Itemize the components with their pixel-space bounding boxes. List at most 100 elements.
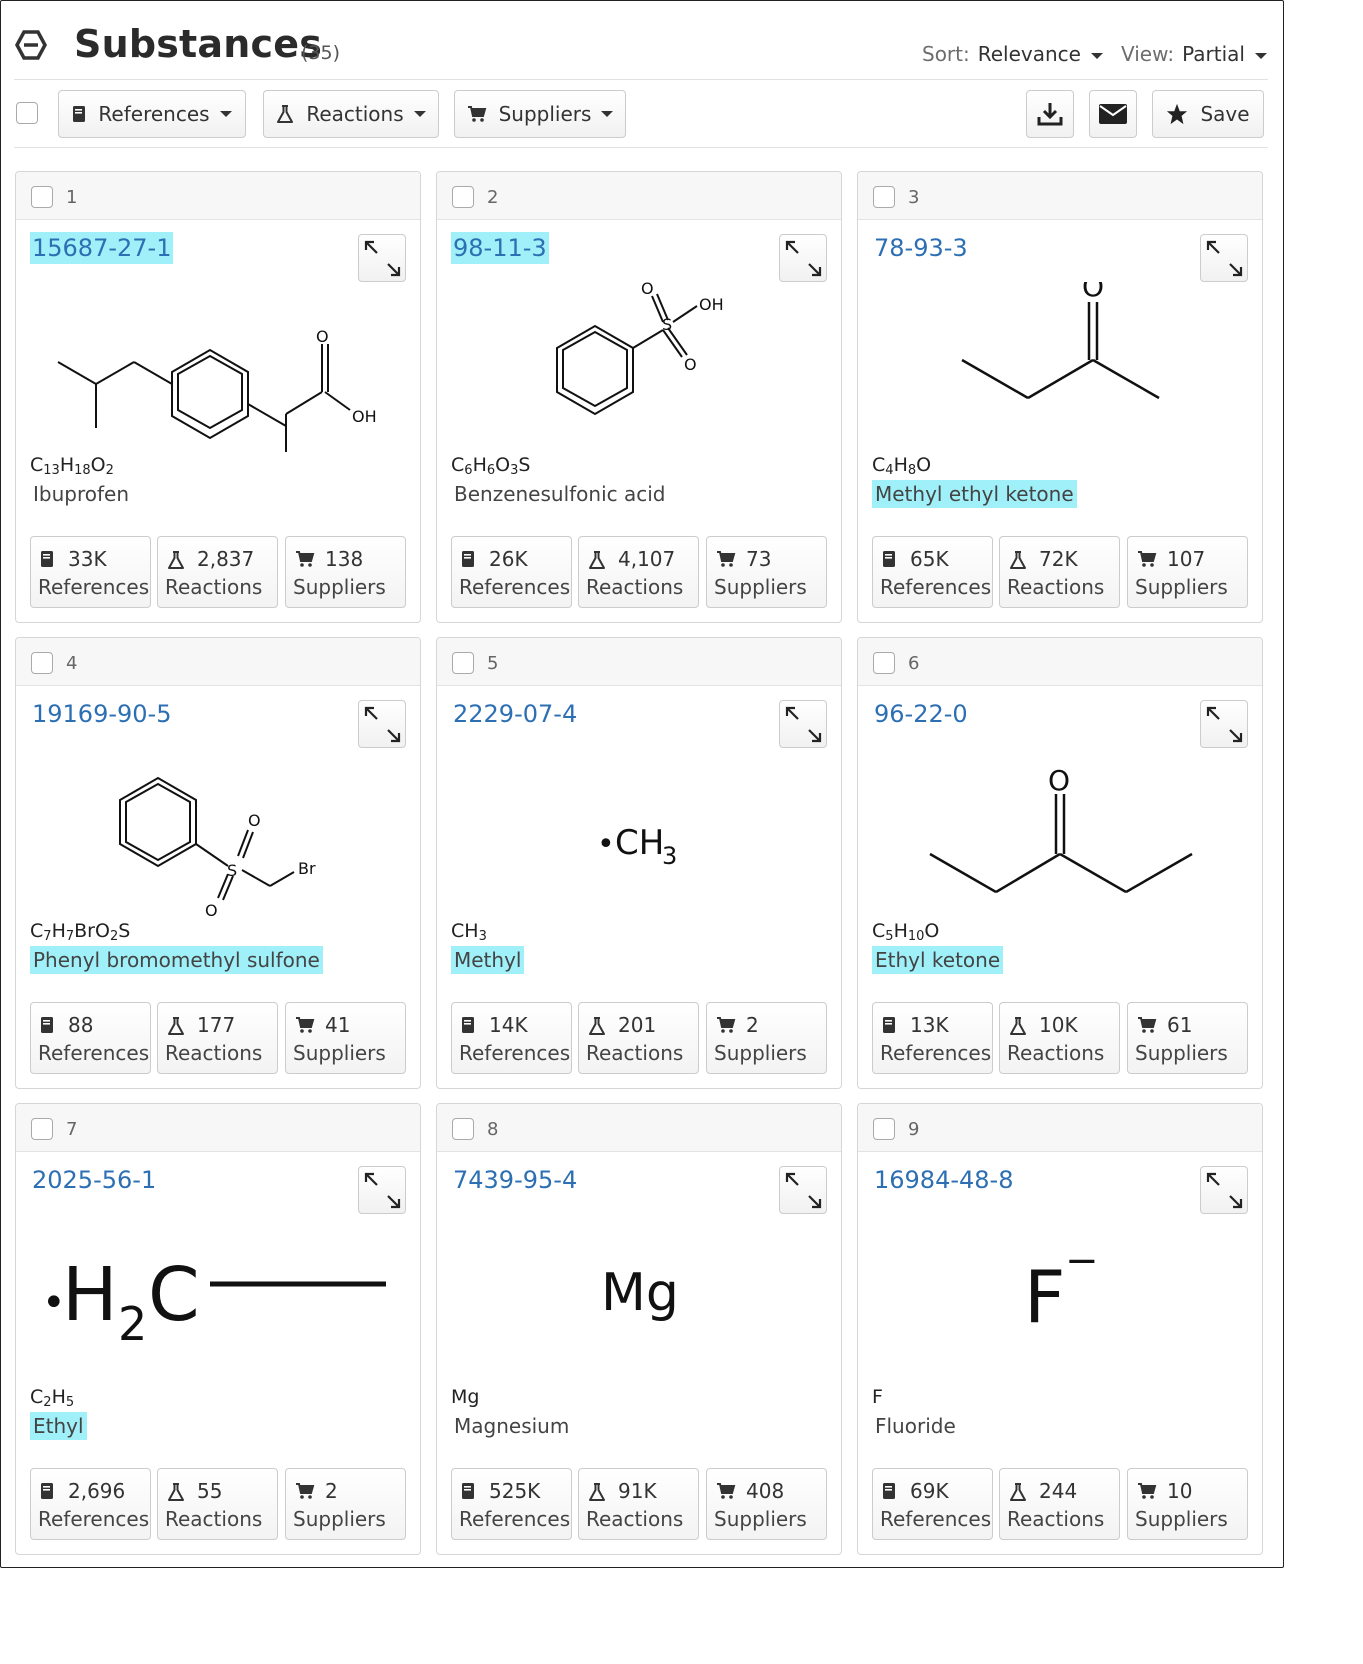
email-button[interactable]	[1089, 90, 1137, 138]
references-stat-button[interactable]: 14K References	[451, 1002, 572, 1074]
reactions-stat-button[interactable]: 72K Reactions	[999, 536, 1120, 608]
card-select-checkbox[interactable]	[873, 1118, 895, 1140]
flask-icon	[277, 105, 294, 123]
molecular-formula: Mg	[451, 1386, 480, 1408]
flask-icon	[589, 1017, 605, 1035]
card-select-checkbox[interactable]	[873, 652, 895, 674]
cas-number-link[interactable]: 16984-48-8	[872, 1164, 1015, 1196]
reactions-stat-button[interactable]: 4,107 Reactions	[578, 536, 699, 608]
reactions-stat-button[interactable]: 91K Reactions	[578, 1468, 699, 1540]
structure-container[interactable]: O OH S O	[437, 279, 841, 452]
cas-number-link[interactable]: 98-11-3	[451, 232, 549, 264]
reactions-dropdown-button[interactable]: Reactions	[263, 90, 439, 138]
references-stat-button[interactable]: 65K References	[872, 536, 993, 608]
suppliers-stat-button[interactable]: 61 Suppliers	[1127, 1002, 1248, 1074]
structure-container[interactable]: O	[858, 270, 1262, 452]
structure-container[interactable]: O S O Br	[16, 748, 420, 920]
suppliers-stat-button[interactable]: 138 Suppliers	[285, 536, 406, 608]
chevron-down-icon	[413, 111, 426, 117]
card-select-checkbox[interactable]	[31, 186, 53, 208]
suppliers-label: Suppliers	[293, 575, 386, 599]
references-count: 13K	[910, 1013, 949, 1037]
suppliers-dropdown-button[interactable]: Suppliers	[454, 90, 626, 138]
structure-container[interactable]: O	[858, 748, 1262, 918]
card-index: 2	[487, 187, 499, 208]
structure-container[interactable]: • CH 3	[437, 748, 841, 918]
structure-container[interactable]: • H 2 C	[16, 1214, 420, 1384]
sort-dropdown[interactable]: Sort: Relevance	[922, 42, 1103, 66]
reactions-label: Reactions	[1007, 575, 1105, 599]
card-index: 7	[66, 1119, 78, 1140]
suppliers-label: Suppliers	[714, 1507, 807, 1531]
expand-button[interactable]	[358, 700, 406, 748]
suppliers-stat-button[interactable]: 73 Suppliers	[706, 536, 827, 608]
reactions-stat-button[interactable]: 2,837 Reactions	[157, 536, 278, 608]
sort-label: Sort:	[922, 42, 970, 66]
references-count: 14K	[489, 1013, 528, 1037]
view-dropdown[interactable]: View: Partial	[1121, 42, 1267, 66]
references-stat-button[interactable]: 88 References	[30, 1002, 151, 1074]
references-stat-button[interactable]: 69K References	[872, 1468, 993, 1540]
suppliers-stat-button[interactable]: 2 Suppliers	[285, 1468, 406, 1540]
references-stat-button[interactable]: 26K References	[451, 536, 572, 608]
suppliers-label: Suppliers	[293, 1041, 386, 1065]
substance-card: 6 96-22-0 O C5H10O Ethyl ketone 13K Referenc…	[857, 637, 1263, 1089]
card-select-checkbox[interactable]	[873, 186, 895, 208]
suppliers-stat-button[interactable]: 107 Suppliers	[1127, 536, 1248, 608]
reactions-stat-button[interactable]: 201 Reactions	[578, 1002, 699, 1074]
suppliers-stat-button[interactable]: 10 Suppliers	[1127, 1468, 1248, 1540]
structure-atom-label: C	[148, 1252, 200, 1338]
structure-container[interactable]: O OH	[16, 282, 420, 460]
substance-name: Ethyl ketone	[872, 946, 1004, 974]
cas-number-link[interactable]: 2025-56-1	[30, 1164, 158, 1196]
cas-number-link[interactable]: 2229-07-4	[451, 698, 579, 730]
suppliers-label: Suppliers	[1135, 1507, 1228, 1531]
cas-number-link[interactable]: 15687-27-1	[30, 232, 174, 264]
substance-name: Phenyl bromomethyl sulfone	[30, 946, 323, 974]
reactions-stat-button[interactable]: 177 Reactions	[157, 1002, 278, 1074]
download-button[interactable]	[1026, 90, 1074, 138]
structure-atom-label: Br	[298, 859, 316, 878]
reactions-stat-button[interactable]: 55 Reactions	[157, 1468, 278, 1540]
book-icon	[462, 1483, 474, 1499]
reactions-stat-button[interactable]: 244 Reactions	[999, 1468, 1120, 1540]
references-stat-button[interactable]: 525K References	[451, 1468, 572, 1540]
structure-atom-label: 2	[118, 1297, 147, 1351]
card-select-checkbox[interactable]	[31, 652, 53, 674]
card-select-checkbox[interactable]	[452, 652, 474, 674]
expand-button[interactable]	[358, 234, 406, 282]
reactions-count: 244	[1039, 1479, 1078, 1503]
expand-button[interactable]	[779, 700, 827, 748]
save-button[interactable]: Save	[1152, 90, 1264, 138]
references-stat-button[interactable]: 2,696 References	[30, 1468, 151, 1540]
card-select-checkbox[interactable]	[452, 1118, 474, 1140]
cas-number-link[interactable]: 78-93-3	[872, 232, 970, 264]
structure-container[interactable]: F −	[858, 1214, 1262, 1384]
cas-number-link[interactable]: 7439-95-4	[451, 1164, 579, 1196]
cas-number-link[interactable]: 96-22-0	[872, 698, 970, 730]
suppliers-stat-button[interactable]: 408 Suppliers	[706, 1468, 827, 1540]
expand-button[interactable]	[358, 1166, 406, 1214]
suppliers-stat-button[interactable]: 2 Suppliers	[706, 1002, 827, 1074]
expand-button[interactable]	[1200, 234, 1248, 282]
cart-icon	[296, 551, 315, 567]
reactions-stat-button[interactable]: 10K Reactions	[999, 1002, 1120, 1074]
suppliers-count: 2	[325, 1479, 338, 1503]
references-stat-button[interactable]: 13K References	[872, 1002, 993, 1074]
structure-container[interactable]: Mg	[437, 1214, 841, 1384]
suppliers-label: Suppliers	[1135, 575, 1228, 599]
expand-button[interactable]	[1200, 700, 1248, 748]
references-stat-button[interactable]: 33K References	[30, 536, 151, 608]
suppliers-stat-button[interactable]: 41 Suppliers	[285, 1002, 406, 1074]
card-select-checkbox[interactable]	[452, 186, 474, 208]
card-select-checkbox[interactable]	[31, 1118, 53, 1140]
book-icon	[462, 1017, 474, 1033]
select-all-checkbox[interactable]	[16, 102, 38, 124]
expand-button[interactable]	[779, 1166, 827, 1214]
expand-button[interactable]	[1200, 1166, 1248, 1214]
references-dropdown-button[interactable]: References	[58, 90, 246, 138]
structure-atom-label: S	[227, 861, 237, 880]
molecular-formula: C6H6O3S	[451, 454, 531, 478]
expand-button[interactable]	[779, 234, 827, 282]
cas-number-link[interactable]: 19169-90-5	[30, 698, 173, 730]
